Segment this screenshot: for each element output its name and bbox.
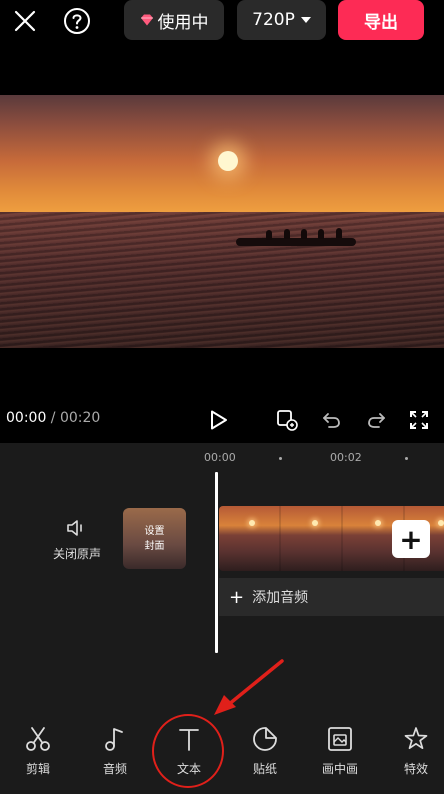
resolution-dropdown[interactable]: 720P	[237, 0, 326, 40]
set-cover-button[interactable]: 设置 封面	[123, 508, 186, 569]
add-audio-label: 添加音频	[252, 590, 309, 606]
tool-audio[interactable]: 音频	[85, 724, 145, 780]
export-button[interactable]: 导出	[338, 0, 424, 40]
close-icon[interactable]	[10, 6, 40, 36]
sticker-icon	[252, 724, 278, 754]
playhead[interactable]	[215, 472, 218, 653]
tool-cut[interactable]: 剪辑	[8, 724, 68, 780]
resolution-label: 720P	[252, 10, 295, 30]
preview-rower	[284, 229, 290, 239]
fullscreen-icon[interactable]	[405, 406, 433, 434]
tool-sticker[interactable]: 贴纸	[235, 724, 295, 780]
picture-in-picture-icon	[327, 724, 353, 754]
scissors-icon	[25, 724, 51, 754]
clip-thumbnail-sun	[438, 520, 444, 526]
vip-status-label: 使用中	[157, 12, 209, 33]
cover-label-line2: 封面	[144, 540, 165, 552]
ruler-label: 00:00	[204, 451, 236, 464]
total-duration: 00:20	[59, 410, 101, 426]
preview-rower	[301, 229, 307, 239]
speaker-icon[interactable]	[64, 516, 90, 540]
video-preview[interactable]	[0, 95, 444, 348]
ruler-dot	[405, 457, 408, 460]
help-icon[interactable]	[62, 6, 92, 36]
play-icon[interactable]	[205, 406, 233, 434]
tool-picture-in-picture[interactable]: 画中画	[310, 724, 370, 780]
preview-boat	[236, 238, 356, 246]
diamond-icon	[140, 14, 154, 26]
playback-time: 00:00 / 00:20	[6, 410, 100, 426]
caret-down-icon	[300, 17, 311, 23]
plus-small-icon: +	[229, 586, 245, 608]
preview-rower	[266, 230, 272, 240]
mute-original-audio-label[interactable]: 关闭原声	[53, 545, 101, 562]
tool-label: 音频	[102, 762, 127, 776]
annotation-arrow	[214, 659, 284, 715]
music-note-icon	[103, 724, 127, 754]
clip-thumbnail-sun	[312, 520, 318, 526]
tool-label: 画中画	[321, 762, 358, 776]
tool-label: 特效	[403, 762, 428, 776]
tool-effects[interactable]: 特效	[386, 724, 444, 780]
time-separator: /	[46, 410, 60, 426]
current-time: 00:00	[6, 410, 47, 426]
cover-label-line1: 设置	[144, 525, 165, 537]
vip-status-button[interactable]: 使用中	[124, 0, 224, 40]
plus-icon: +	[399, 522, 423, 556]
annotation-circle	[152, 714, 224, 788]
tool-label: 贴纸	[252, 762, 277, 776]
add-clip-button[interactable]: +	[392, 520, 430, 558]
undo-icon[interactable]	[318, 406, 346, 434]
effects-star-icon	[403, 724, 429, 754]
add-audio-button[interactable]: + 添加音频	[219, 578, 444, 616]
ruler-label: 00:02	[330, 451, 362, 464]
preview-rower	[318, 229, 324, 239]
redo-icon[interactable]	[362, 406, 390, 434]
preview-sea	[0, 212, 444, 348]
clip-thumbnail-sun	[375, 520, 381, 526]
clip-thumbnail-sun	[249, 520, 255, 526]
keyframe-icon[interactable]	[273, 406, 301, 434]
tool-label: 剪辑	[25, 762, 50, 776]
preview-sun	[218, 151, 238, 171]
ruler-dot	[279, 457, 282, 460]
preview-rower	[336, 228, 342, 238]
